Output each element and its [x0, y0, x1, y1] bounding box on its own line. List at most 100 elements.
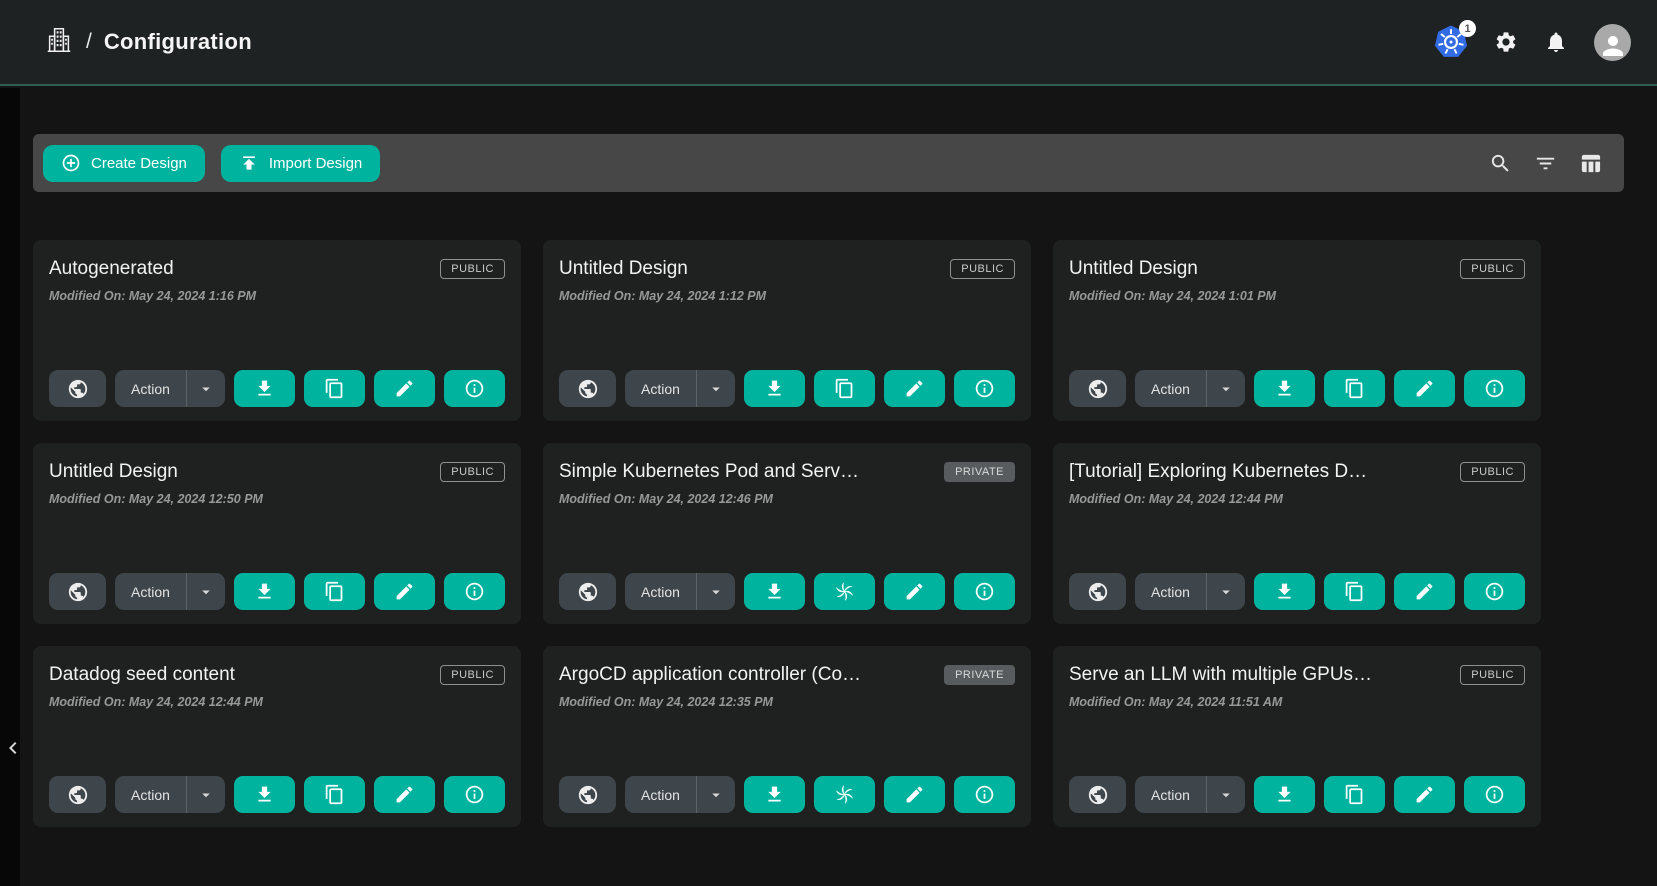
pencil-icon — [1414, 784, 1435, 805]
edit-button[interactable] — [1394, 370, 1455, 407]
filter-icon — [1534, 152, 1557, 175]
design-title: Autogenerated — [49, 256, 174, 280]
download-button[interactable] — [744, 370, 805, 407]
search-button[interactable] — [1489, 152, 1512, 175]
edit-button[interactable] — [374, 370, 435, 407]
action-split-button[interactable]: Action — [115, 776, 225, 813]
pencil-icon — [1414, 378, 1435, 399]
chevron-down-icon — [1217, 380, 1235, 398]
action-dropdown-toggle[interactable] — [697, 380, 735, 398]
visibility-globe-button[interactable] — [1069, 370, 1126, 407]
clone-button[interactable] — [1324, 776, 1385, 813]
card-action-bar: Action — [49, 573, 505, 610]
modified-on-text: Modified On: May 24, 2024 12:44 PM — [49, 695, 505, 709]
info-button[interactable] — [954, 776, 1015, 813]
visibility-globe-button[interactable] — [49, 573, 106, 610]
info-button[interactable] — [954, 370, 1015, 407]
info-button[interactable] — [444, 573, 505, 610]
action-split-button[interactable]: Action — [115, 573, 225, 610]
design-swirl-button[interactable] — [814, 573, 875, 610]
card-action-bar: Action — [1069, 573, 1525, 610]
action-dropdown-toggle[interactable] — [697, 583, 735, 601]
bell-icon — [1544, 30, 1568, 54]
pencil-icon — [904, 378, 925, 399]
edit-button[interactable] — [1394, 776, 1455, 813]
user-avatar[interactable] — [1594, 24, 1631, 61]
visibility-badge: PRIVATE — [944, 665, 1015, 685]
chevron-down-icon — [1217, 786, 1235, 804]
clone-button[interactable] — [304, 370, 365, 407]
design-card: Datadog seed content PUBLIC Modified On:… — [33, 646, 521, 827]
action-dropdown-toggle[interactable] — [1207, 583, 1245, 601]
info-icon — [974, 378, 995, 399]
action-button-label: Action — [625, 381, 696, 397]
action-split-button[interactable]: Action — [625, 573, 735, 610]
kubernetes-context-button[interactable]: 1 — [1434, 25, 1468, 59]
filter-button[interactable] — [1534, 152, 1557, 175]
design-card: [Tutorial] Exploring Kubernetes D… PUBLI… — [1053, 443, 1541, 624]
settings-button[interactable] — [1494, 30, 1518, 54]
edit-button[interactable] — [884, 776, 945, 813]
download-button[interactable] — [1254, 776, 1315, 813]
info-button[interactable] — [1464, 776, 1525, 813]
download-button[interactable] — [1254, 370, 1315, 407]
visibility-globe-button[interactable] — [559, 370, 616, 407]
visibility-globe-button[interactable] — [49, 776, 106, 813]
table-view-button[interactable] — [1579, 152, 1602, 175]
modified-on-text: Modified On: May 24, 2024 12:50 PM — [49, 492, 505, 506]
action-dropdown-toggle[interactable] — [1207, 380, 1245, 398]
copy-icon — [324, 581, 345, 602]
action-split-button[interactable]: Action — [1135, 573, 1245, 610]
create-design-label: Create Design — [91, 155, 187, 172]
import-design-button[interactable]: Import Design — [221, 145, 380, 182]
download-button[interactable] — [234, 370, 295, 407]
visibility-globe-button[interactable] — [49, 370, 106, 407]
action-split-button[interactable]: Action — [1135, 776, 1245, 813]
info-button[interactable] — [1464, 370, 1525, 407]
visibility-globe-button[interactable] — [1069, 573, 1126, 610]
edit-button[interactable] — [884, 370, 945, 407]
globe-icon — [1087, 784, 1109, 806]
edit-button[interactable] — [374, 573, 435, 610]
download-button[interactable] — [1254, 573, 1315, 610]
action-split-button[interactable]: Action — [625, 776, 735, 813]
info-icon — [1484, 581, 1505, 602]
download-button[interactable] — [234, 573, 295, 610]
visibility-globe-button[interactable] — [1069, 776, 1126, 813]
edit-button[interactable] — [374, 776, 435, 813]
design-swirl-button[interactable] — [814, 776, 875, 813]
breadcrumb: / Configuration — [44, 25, 252, 60]
clone-button[interactable] — [1324, 370, 1385, 407]
action-dropdown-toggle[interactable] — [1207, 786, 1245, 804]
clone-button[interactable] — [1324, 573, 1385, 610]
visibility-globe-button[interactable] — [559, 573, 616, 610]
clone-button[interactable] — [304, 776, 365, 813]
design-card: Simple Kubernetes Pod and Serv… PRIVATE … — [543, 443, 1031, 624]
download-button[interactable] — [744, 776, 805, 813]
action-dropdown-toggle[interactable] — [187, 583, 225, 601]
action-split-button[interactable]: Action — [625, 370, 735, 407]
download-button[interactable] — [744, 573, 805, 610]
visibility-badge: PUBLIC — [1460, 665, 1525, 685]
notifications-button[interactable] — [1544, 30, 1568, 54]
edit-button[interactable] — [1394, 573, 1455, 610]
gear-icon — [1494, 30, 1518, 54]
info-button[interactable] — [1464, 573, 1525, 610]
organization-building-icon[interactable] — [44, 25, 74, 60]
create-design-button[interactable]: Create Design — [43, 145, 205, 182]
download-button[interactable] — [234, 776, 295, 813]
info-button[interactable] — [444, 776, 505, 813]
edit-button[interactable] — [884, 573, 945, 610]
action-dropdown-toggle[interactable] — [187, 380, 225, 398]
clone-button[interactable] — [304, 573, 365, 610]
action-split-button[interactable]: Action — [1135, 370, 1245, 407]
action-split-button[interactable]: Action — [115, 370, 225, 407]
chevron-left-icon — [1, 736, 25, 760]
collapse-panel-button[interactable] — [0, 733, 26, 763]
action-dropdown-toggle[interactable] — [697, 786, 735, 804]
info-button[interactable] — [444, 370, 505, 407]
visibility-globe-button[interactable] — [559, 776, 616, 813]
action-dropdown-toggle[interactable] — [187, 786, 225, 804]
info-button[interactable] — [954, 573, 1015, 610]
clone-button[interactable] — [814, 370, 875, 407]
